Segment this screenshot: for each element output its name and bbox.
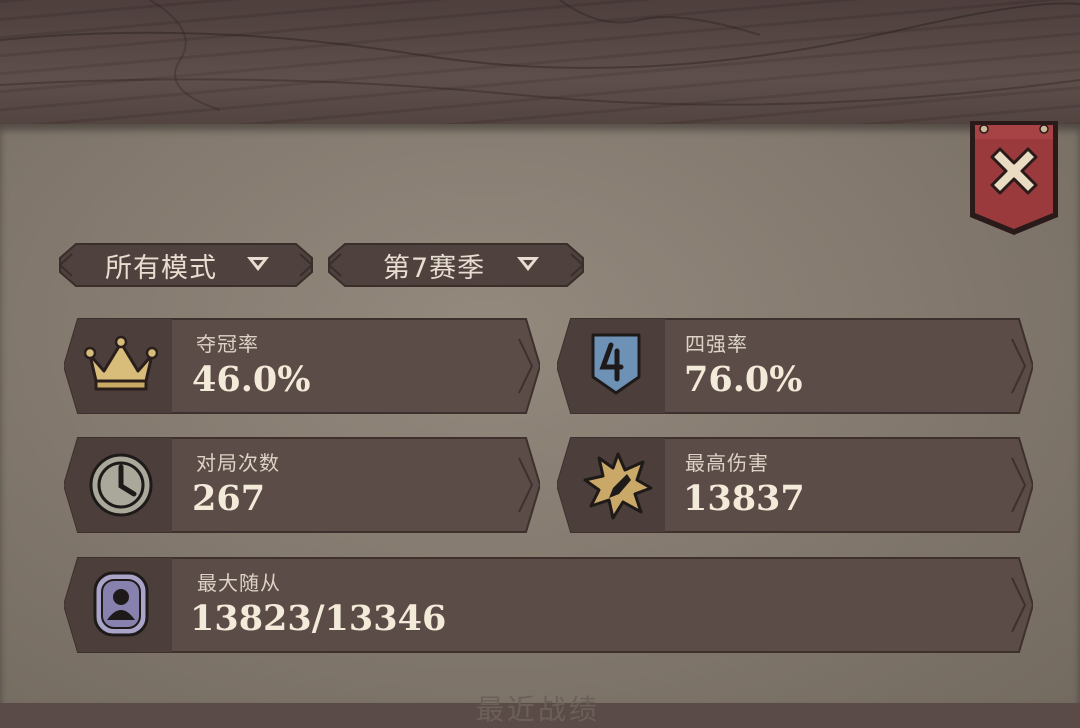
stat-card-max-minion: 最大随从 13823/13346 <box>64 556 1033 654</box>
stat-title: 最大随从 <box>197 571 281 595</box>
chevron-down-icon <box>247 257 269 271</box>
stat-value: 13837 <box>683 478 805 519</box>
close-button[interactable] <box>966 117 1062 239</box>
wooden-table-background <box>0 0 1080 133</box>
stat-title: 四强率 <box>685 332 748 356</box>
stat-title: 对局次数 <box>196 451 280 475</box>
stat-title: 夺冠率 <box>196 332 259 356</box>
stat-card-games-played: 对局次数 267 <box>64 436 540 534</box>
season-dropdown[interactable]: 第7赛季 <box>327 236 585 294</box>
stat-card-top4-rate: 四强率 76.0% <box>557 317 1033 415</box>
mode-dropdown[interactable]: 所有模式 <box>58 236 314 294</box>
stat-value: 267 <box>192 478 266 519</box>
stat-card-max-damage: 最高伤害 13837 <box>557 436 1033 534</box>
close-icon <box>970 121 1058 235</box>
wood-grain-decoration <box>0 0 1080 111</box>
minion-portrait-icon <box>92 570 150 642</box>
stat-value: 13823/13346 <box>190 598 447 639</box>
damage-burst-icon <box>583 450 653 524</box>
stat-value: 76.0% <box>684 359 803 400</box>
stat-card-win-rate: 夺冠率 46.0% <box>64 317 540 415</box>
stat-value: 46.0% <box>192 359 311 400</box>
mode-dropdown-label: 所有模式 <box>105 252 217 284</box>
chevron-down-icon <box>517 257 539 271</box>
clock-icon <box>88 452 154 522</box>
season-dropdown-label: 第7赛季 <box>383 252 486 284</box>
recent-results-heading: 最近战绩 <box>476 693 601 726</box>
stat-title: 最高伤害 <box>685 451 769 475</box>
crown-icon <box>83 335 159 397</box>
top4-badge-icon <box>589 331 643 401</box>
